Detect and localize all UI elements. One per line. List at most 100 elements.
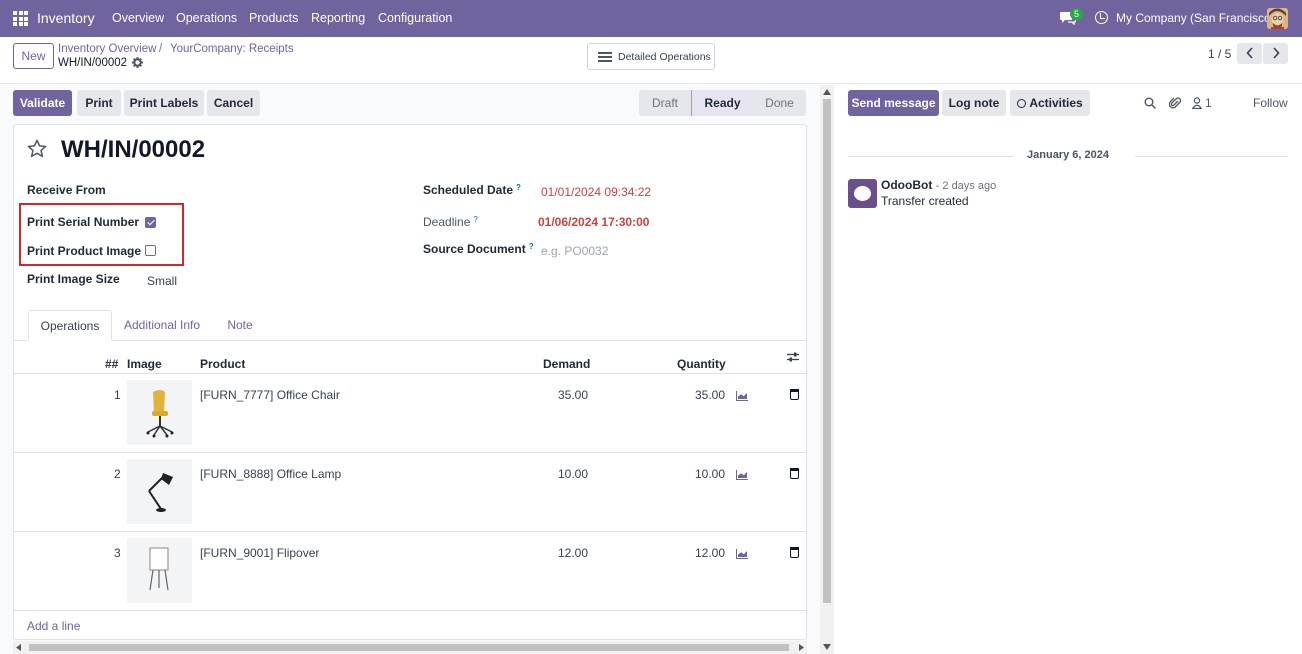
date-separator-label: January 6, 2024 [1027,149,1109,161]
message-body: Transfer created [881,194,969,208]
help-icon[interactable]: ? [473,215,477,224]
odoobot-avatar[interactable] [848,179,877,208]
scroll-up-icon[interactable] [823,89,831,95]
message-author[interactable]: OdooBot [881,178,932,192]
vertical-scrollbar[interactable] [820,85,834,654]
vertical-scroll-thumb[interactable] [823,99,831,603]
scroll-left-icon[interactable] [16,644,22,651]
menu-reporting[interactable]: Reporting [311,11,365,25]
breadcrumb-inventory-overview[interactable]: Inventory Overview [58,43,156,55]
delete-line-icon[interactable] [790,389,799,400]
print-labels-button[interactable]: Print Labels [124,90,204,116]
column-header-demand[interactable]: Demand [543,357,590,371]
menu-overview[interactable]: Overview [112,11,164,25]
print-button[interactable]: Print [77,90,121,116]
chevron-right-icon [1272,47,1280,59]
notebook-tabs: Operations Additional Info Note [14,310,806,341]
pager-value[interactable]: 1 / 5 [1208,47,1231,61]
product-cell[interactable]: [FURN_9001] Flipover [200,546,319,560]
message-header: OdooBot - 2 days ago [881,178,996,192]
log-note-button[interactable]: Log note [942,90,1006,116]
company-switcher[interactable]: My Company (San Francisco) [1116,11,1275,25]
print-image-size-label: Print Image Size [27,272,120,286]
column-header-product[interactable]: Product [200,357,245,371]
validate-button[interactable]: Validate [13,90,72,116]
source-document-input[interactable]: e.g. PO0032 [541,244,608,258]
column-header-quantity[interactable]: Quantity [677,357,726,371]
top-navbar: Inventory Overview Operations Products R… [0,0,1302,37]
print-serial-number-checkbox[interactable] [145,217,156,228]
followers-count[interactable]: 1 [1205,96,1212,110]
scheduled-date-field[interactable]: 01/01/2024 09:34:22 [541,185,651,199]
activities-button[interactable]: Activities [1010,90,1090,116]
product-image-office-lamp [127,459,192,524]
tab-note[interactable]: Note [218,310,262,341]
quantity-cell[interactable]: 10.00 [695,467,725,481]
deadline-field[interactable]: 01/06/2024 17:30:00 [538,215,649,229]
row-number: 3 [114,546,121,560]
breadcrumb-receipts[interactable]: YourCompany: Receipts [170,43,294,55]
source-document-label: Source Document? [423,242,534,256]
app-brand[interactable]: Inventory [37,10,95,26]
table-row[interactable]: 3 [FURN_9001] Flipover 12.00 12.00 [14,531,806,610]
scroll-down-icon[interactable] [823,644,831,650]
help-icon[interactable]: ? [516,183,521,192]
chatter-panel: Send message Log note Activities 1 Follo… [834,85,1302,654]
status-ready[interactable]: Ready [691,90,753,116]
forecast-chart-icon[interactable] [736,470,748,480]
status-done[interactable]: Done [753,90,806,116]
print-image-size-field[interactable]: Small [147,274,177,288]
add-line-link[interactable]: Add a line [27,619,80,633]
quantity-cell[interactable]: 12.00 [695,546,725,560]
demand-cell[interactable]: 12.00 [558,546,588,560]
forecast-chart-icon[interactable] [736,391,748,401]
column-header-number: ## [105,357,119,371]
paperclip-icon[interactable] [1169,96,1181,110]
tab-additional-info[interactable]: Additional Info [115,310,209,341]
scheduled-date-label: Scheduled Date? [423,183,521,197]
status-draft[interactable]: Draft [639,90,691,116]
send-message-button[interactable]: Send message [848,90,939,116]
table-row[interactable]: 2 [FURN_8888] Office Lamp 10.00 10.00 [14,452,806,531]
detailed-operations-button[interactable]: Detailed Operations [587,43,715,70]
table-row[interactable]: 1 [FURN_7777] Office Chair 35.00 35.00 [14,373,806,452]
gear-icon[interactable] [132,57,143,68]
horizontal-scroll-thumb[interactable] [29,644,789,651]
horizontal-scrollbar[interactable] [13,641,807,654]
star-icon[interactable] [26,138,48,160]
column-header-image[interactable]: Image [127,357,162,371]
menu-products[interactable]: Products [249,11,298,25]
help-icon[interactable]: ? [529,242,534,251]
product-cell[interactable]: [FURN_7777] Office Chair [200,388,340,402]
cancel-button[interactable]: Cancel [207,90,260,116]
pager-previous-button[interactable] [1237,43,1262,64]
delete-line-icon[interactable] [790,468,799,479]
pager-next-button[interactable] [1263,43,1288,64]
delete-line-icon[interactable] [790,547,799,558]
row-number: 2 [114,467,121,481]
follow-button[interactable]: Follow [1253,96,1288,110]
forecast-chart-icon[interactable] [736,549,748,559]
menu-operations[interactable]: Operations [176,11,237,25]
menu-configuration[interactable]: Configuration [378,11,452,25]
apps-menu-icon[interactable] [13,11,28,26]
product-image-flipover [127,538,192,603]
user-avatar[interactable] [1267,8,1288,29]
deadline-label: Deadline? [423,215,478,229]
quantity-cell[interactable]: 35.00 [695,388,725,402]
search-icon[interactable] [1144,97,1156,109]
form-view: Validate Print Print Labels Cancel Draft… [0,85,820,654]
activity-clock-icon[interactable] [1095,11,1108,24]
product-cell[interactable]: [FURN_8888] Office Lamp [200,467,341,481]
followers-icon[interactable] [1192,97,1202,109]
print-product-image-checkbox[interactable] [145,245,156,256]
form-sheet: WH/IN/00002 Receive From Print Serial Nu… [13,124,807,640]
control-panel: New Inventory Overview / YourCompany: Re… [0,37,1302,84]
message-time: - 2 days ago [935,180,997,192]
tab-operations[interactable]: Operations [28,310,112,341]
demand-cell[interactable]: 35.00 [558,388,588,402]
new-button[interactable]: New [13,43,54,69]
demand-cell[interactable]: 10.00 [558,467,588,481]
optional-columns-icon[interactable] [787,352,799,362]
scroll-right-icon[interactable] [798,644,804,651]
